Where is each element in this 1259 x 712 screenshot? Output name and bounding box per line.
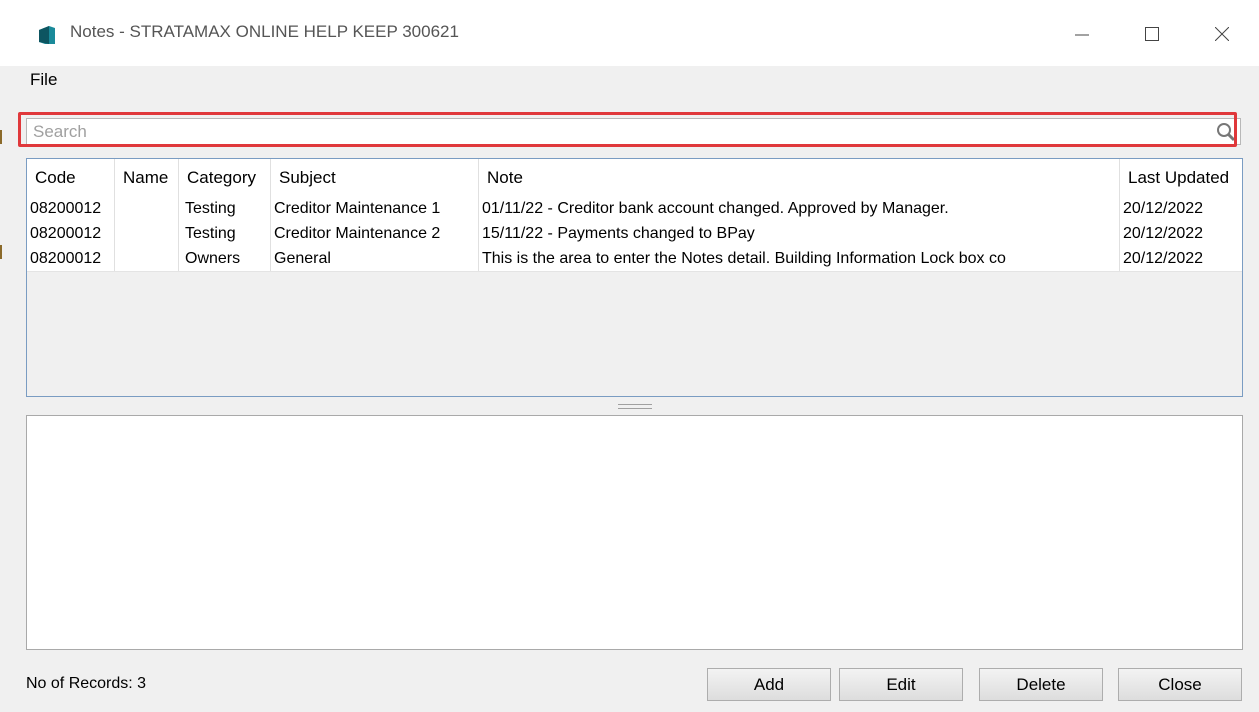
menu-bar: File xyxy=(0,66,1259,96)
minimize-icon xyxy=(1075,34,1089,36)
splitter-handle[interactable] xyxy=(618,404,652,409)
records-count: No of Records: 3 xyxy=(26,675,147,692)
delete-button[interactable]: Delete xyxy=(979,668,1103,701)
close-button[interactable]: Close xyxy=(1118,668,1242,701)
column-header-category[interactable]: Category xyxy=(179,159,271,196)
cell-note: This is the area to enter the Notes deta… xyxy=(479,246,1120,271)
cell-subject: Creditor Maintenance 2 xyxy=(271,221,479,246)
column-header-name[interactable]: Name xyxy=(115,159,179,196)
left-edge-mark xyxy=(0,245,2,259)
close-icon xyxy=(1215,27,1229,41)
cell-code: 08200012 xyxy=(27,196,115,221)
close-window-button[interactable] xyxy=(1192,12,1252,56)
notes-grid: Code Name Category Subject Note Last Upd… xyxy=(26,158,1243,397)
grid-header: Code Name Category Subject Note Last Upd… xyxy=(27,159,1242,197)
table-row[interactable]: 08200012 Testing Creditor Maintenance 1 … xyxy=(27,196,1242,222)
note-detail-pane[interactable] xyxy=(26,415,1243,650)
cell-last-updated: 20/12/2022 xyxy=(1123,225,1204,242)
edit-button[interactable]: Edit xyxy=(839,668,963,701)
cell-name xyxy=(115,196,179,221)
maximize-icon xyxy=(1145,27,1159,41)
cell-subject: General xyxy=(271,246,479,271)
table-row[interactable]: 08200012 Owners General This is the area… xyxy=(27,246,1242,272)
maximize-button[interactable] xyxy=(1122,12,1182,56)
stratamax-app-icon xyxy=(39,26,55,44)
cell-category: Testing xyxy=(179,196,271,221)
title-bar: Notes - STRATAMAX ONLINE HELP KEEP 30062… xyxy=(0,0,1259,66)
column-header-note[interactable]: Note xyxy=(479,159,1120,196)
column-header-code[interactable]: Code xyxy=(27,159,115,196)
minimize-button[interactable] xyxy=(1052,12,1112,56)
menu-file[interactable]: File xyxy=(26,68,61,92)
cell-name xyxy=(115,221,179,246)
left-edge-mark xyxy=(0,130,2,144)
column-header-last-updated[interactable]: Last Updated xyxy=(1120,159,1242,196)
cell-name xyxy=(115,246,179,271)
search-highlight-outline xyxy=(18,112,1237,147)
cell-note: 15/11/22 - Payments changed to BPay xyxy=(479,221,1120,246)
cell-subject: Creditor Maintenance 1 xyxy=(271,196,479,221)
cell-last-updated: 20/12/2022 xyxy=(1123,250,1204,267)
add-button[interactable]: Add xyxy=(707,668,831,701)
window-title: Notes - STRATAMAX ONLINE HELP KEEP 30062… xyxy=(70,22,459,41)
column-header-subject[interactable]: Subject xyxy=(271,159,479,196)
table-row[interactable]: 08200012 Testing Creditor Maintenance 2 … xyxy=(27,221,1242,247)
cell-code: 08200012 xyxy=(27,246,115,271)
cell-category: Owners xyxy=(179,246,271,271)
cell-last-updated: 20/12/2022 xyxy=(1123,200,1204,217)
cell-category: Testing xyxy=(179,221,271,246)
cell-code: 08200012 xyxy=(27,221,115,246)
cell-note: 01/11/22 - Creditor bank account changed… xyxy=(479,196,1120,221)
